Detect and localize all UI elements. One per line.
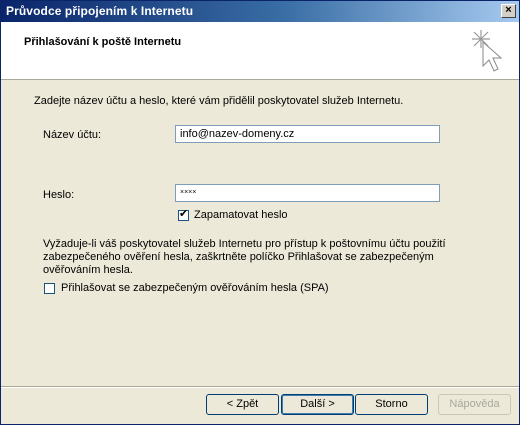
- footer-separator: [1, 386, 519, 388]
- intro-text: Zadejte název účtu a heslo, které vám př…: [34, 95, 404, 107]
- back-button[interactable]: < Zpět: [206, 394, 279, 415]
- next-button[interactable]: Další >: [281, 394, 354, 415]
- wizard-icon: [472, 30, 503, 72]
- spa-checkbox-label[interactable]: Přihlašovat se zabezpečeným ověřováním h…: [61, 282, 329, 294]
- spa-info-line-2: zabezpečeného ověření hesla, zaškrtněte …: [43, 251, 434, 263]
- window-title: Průvodce připojením k Internetu: [6, 4, 194, 18]
- account-name-input[interactable]: info@nazev-domeny.cz: [175, 125, 440, 143]
- close-button[interactable]: ×: [501, 4, 516, 18]
- remember-password-checkbox[interactable]: ✔: [178, 208, 189, 221]
- spa-info-line-3: ověřováním hesla.: [43, 264, 133, 276]
- wizard-content: Zadejte název účtu a heslo, které vám př…: [1, 80, 519, 386]
- check-mark-icon: ✔: [179, 208, 189, 220]
- spa-checkbox[interactable]: [44, 283, 55, 294]
- remember-password-label[interactable]: Zapamatovat heslo: [194, 209, 288, 221]
- wizard-header: Přihlašování k poště Internetu: [1, 22, 519, 80]
- password-label: Heslo:: [43, 189, 75, 201]
- page-title: Přihlašování k poště Internetu: [24, 36, 182, 48]
- spa-info-line-1: Vyžaduje-li váš poskytovatel služeb Inte…: [43, 238, 446, 250]
- wizard-window: Průvodce připojením k Internetu × Přihla…: [0, 0, 520, 425]
- title-bar[interactable]: Průvodce připojením k Internetu ×: [1, 1, 519, 22]
- cancel-button[interactable]: Storno: [355, 394, 428, 415]
- help-button[interactable]: Nápověda: [438, 394, 511, 415]
- password-input[interactable]: ××××: [175, 184, 440, 202]
- account-label: Název účtu:: [43, 129, 102, 141]
